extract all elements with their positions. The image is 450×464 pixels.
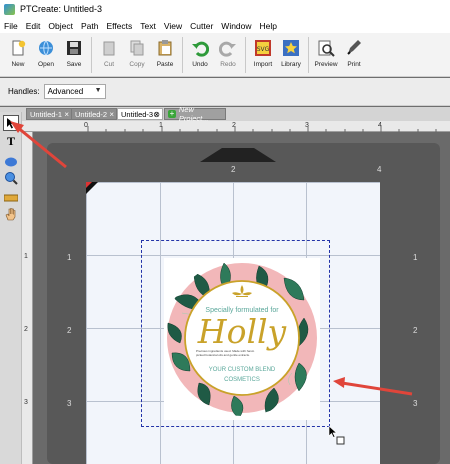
menu-cutter[interactable]: Cutter bbox=[190, 21, 213, 31]
undo-arrow-icon bbox=[192, 41, 209, 57]
tab-label: Untitled-3 bbox=[121, 109, 154, 119]
menu-file[interactable]: File bbox=[4, 21, 18, 31]
hand-pan-icon bbox=[5, 208, 16, 221]
registration-mark bbox=[86, 182, 98, 194]
new-button[interactable]: New bbox=[4, 36, 32, 74]
new-label: New bbox=[11, 61, 25, 68]
pan-tool[interactable] bbox=[3, 206, 19, 222]
save-disk-icon bbox=[67, 41, 81, 55]
cut-button[interactable]: Cut bbox=[95, 36, 123, 74]
new-document-icon bbox=[12, 40, 26, 56]
paste-button[interactable]: Paste bbox=[151, 36, 179, 74]
import-label: Import bbox=[253, 61, 273, 68]
toolbar-separator bbox=[245, 37, 246, 73]
open-label: Open bbox=[38, 61, 54, 68]
menu-bar: File Edit Object Path Effects Text View … bbox=[0, 18, 450, 33]
tab-new-project[interactable]: + New Project... bbox=[164, 105, 226, 123]
open-button[interactable]: Open bbox=[32, 36, 60, 74]
toolbar-separator bbox=[308, 37, 309, 73]
mat-label: 3 bbox=[67, 399, 72, 408]
cut-label: Cut bbox=[103, 61, 115, 68]
menu-edit[interactable]: Edit bbox=[26, 21, 41, 31]
mat-feed-marker bbox=[200, 148, 276, 162]
app-icon bbox=[4, 3, 15, 15]
menu-view[interactable]: View bbox=[164, 21, 182, 31]
print-button[interactable]: Print bbox=[340, 36, 368, 74]
redo-button[interactable]: Redo bbox=[214, 36, 242, 74]
mat-label: 2 bbox=[67, 326, 72, 335]
close-icon[interactable]: × bbox=[109, 110, 114, 119]
redo-label: Redo bbox=[220, 61, 236, 68]
ruler-icon bbox=[4, 194, 18, 202]
red-arrow-annotation bbox=[333, 377, 413, 396]
red-arrow-annotation bbox=[10, 121, 67, 169]
print-label: Print bbox=[347, 61, 361, 68]
copy-button[interactable]: Copy bbox=[123, 36, 151, 74]
mat-label: 2 bbox=[231, 165, 236, 174]
toolbar-separator bbox=[182, 37, 183, 73]
save-button[interactable]: Save bbox=[60, 36, 88, 74]
save-label: Save bbox=[66, 61, 82, 68]
undo-button[interactable]: Undo bbox=[186, 36, 214, 74]
mat-label: 2 bbox=[413, 326, 418, 335]
mat-label: 1 bbox=[67, 253, 72, 262]
library-star-icon bbox=[283, 40, 299, 56]
vertical-ruler: 1 2 3 bbox=[22, 132, 33, 464]
preview-magnifier-icon bbox=[318, 40, 335, 57]
mat-label: 3 bbox=[413, 399, 418, 408]
window-title: PTCreate: Untitled-3 bbox=[20, 4, 103, 14]
mat-label: 4 bbox=[377, 165, 382, 174]
paste-label: Paste bbox=[156, 61, 174, 68]
plus-icon: + bbox=[168, 109, 176, 118]
preview-button[interactable]: Preview bbox=[312, 36, 340, 74]
menu-object[interactable]: Object bbox=[48, 21, 73, 31]
title-bar: PTCreate: Untitled-3 bbox=[0, 0, 450, 18]
print-pen-icon bbox=[347, 40, 361, 55]
copy-label: Copy bbox=[129, 61, 145, 68]
import-button[interactable]: SVG Import bbox=[249, 36, 277, 74]
library-button[interactable]: Library bbox=[277, 36, 305, 74]
chevron-down-icon: ▼ bbox=[94, 87, 102, 94]
ruler-label: 3 bbox=[24, 399, 28, 406]
menu-path[interactable]: Path bbox=[81, 21, 99, 31]
handles-label: Handles: bbox=[8, 87, 40, 96]
ruler-label: 2 bbox=[24, 326, 28, 333]
handles-dropdown[interactable]: Advanced ▼ bbox=[43, 84, 106, 99]
undo-label: Undo bbox=[192, 61, 208, 68]
handles-bar: Handles: Advanced ▼ bbox=[0, 78, 450, 106]
menu-effects[interactable]: Effects bbox=[106, 21, 132, 31]
menu-window[interactable]: Window bbox=[221, 21, 251, 31]
mat-label: 1 bbox=[413, 253, 418, 262]
library-label: Library bbox=[281, 61, 301, 68]
preview-label: Preview bbox=[314, 61, 338, 68]
copy-icon bbox=[130, 40, 144, 56]
horizontal-ruler: 0 1 2 3 4 bbox=[22, 121, 450, 132]
selection-box[interactable] bbox=[141, 240, 330, 427]
import-svg-icon: SVG bbox=[255, 40, 271, 56]
toolbar: New Open Save Cut Copy Paste Undo Redo S… bbox=[0, 33, 450, 77]
menu-text[interactable]: Text bbox=[140, 21, 156, 31]
close-icon[interactable]: ⊗ bbox=[153, 110, 160, 119]
handles-value: Advanced bbox=[47, 87, 84, 96]
open-globe-icon bbox=[39, 40, 53, 56]
redo-arrow-icon bbox=[219, 41, 236, 57]
menu-help[interactable]: Help bbox=[260, 21, 277, 31]
mouse-cursor-icon bbox=[328, 425, 345, 445]
ruler-tool[interactable] bbox=[3, 190, 19, 206]
paste-clipboard-icon bbox=[158, 40, 172, 56]
cut-icon bbox=[103, 41, 115, 56]
toolbar-separator bbox=[91, 37, 92, 73]
ruler-label: 1 bbox=[24, 253, 28, 260]
tab-untitled-3[interactable]: Untitled-3 ⊗ bbox=[117, 108, 163, 120]
svg-text:SVG: SVG bbox=[257, 46, 270, 53]
